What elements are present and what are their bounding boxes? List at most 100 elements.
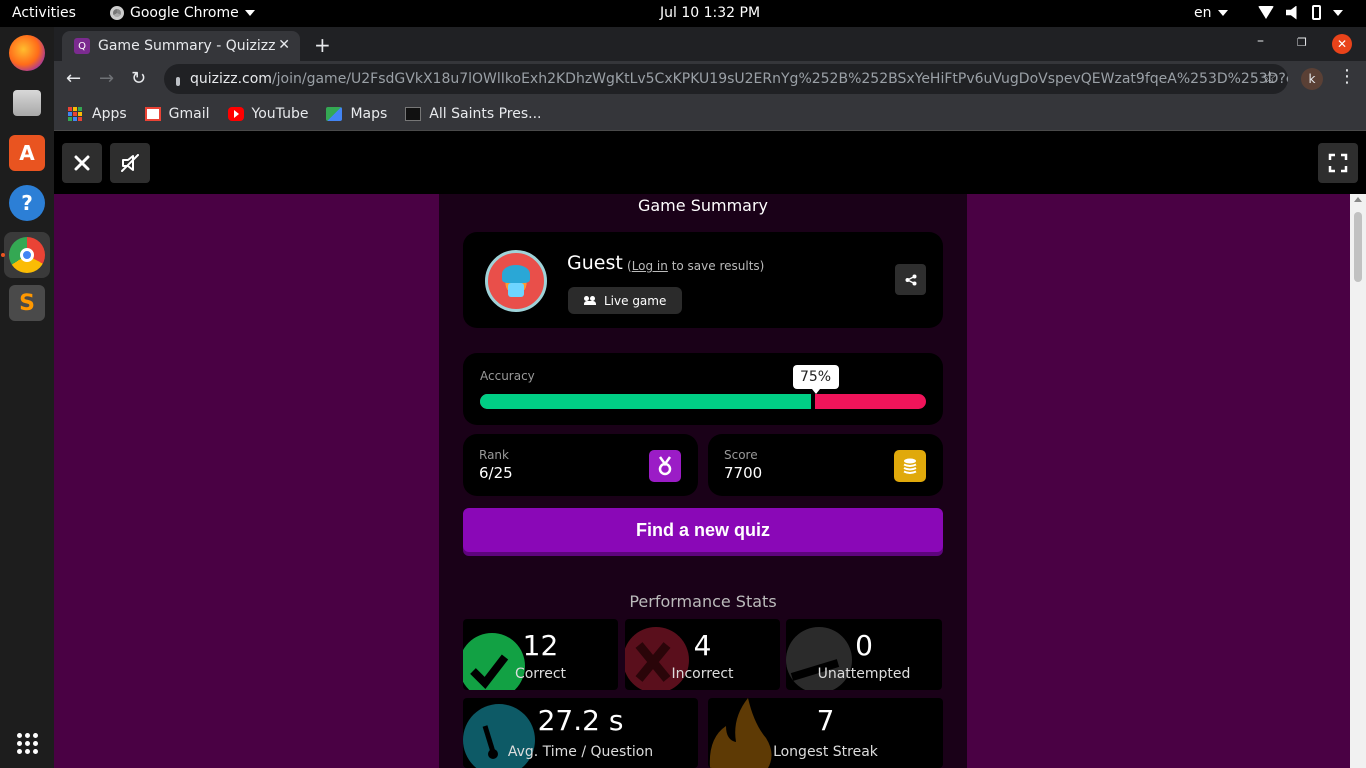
accuracy-bar-fill bbox=[480, 394, 815, 409]
apps-grid-icon bbox=[68, 106, 84, 121]
accuracy-bar bbox=[480, 394, 926, 409]
system-menu[interactable] bbox=[1258, 5, 1343, 20]
language-selector[interactable]: en bbox=[1194, 5, 1228, 21]
new-tab-button[interactable]: + bbox=[314, 33, 331, 57]
page-scrollbar[interactable] bbox=[1350, 194, 1366, 768]
unattempted-stat-card: 0 Unattempted bbox=[786, 619, 942, 690]
chrome-window: Q Game Summary - Quizizz ✕ + – ❐ ✕ ← → ↻… bbox=[54, 27, 1366, 768]
bookmark-label: YouTube bbox=[251, 105, 309, 122]
address-bar[interactable]: quizizz.com /join/game/U2FsdGVkX18u7lOWl… bbox=[164, 64, 1288, 94]
dock: A ? S bbox=[0, 27, 54, 768]
incorrect-stat-card: 4 Incorrect bbox=[625, 619, 780, 690]
help-icon[interactable]: ? bbox=[9, 185, 45, 221]
tab-strip: Q Game Summary - Quizizz ✕ + – ❐ ✕ bbox=[54, 27, 1366, 61]
app-menu[interactable]: Google Chrome bbox=[110, 5, 255, 21]
caret-down-icon bbox=[244, 10, 255, 16]
more-options-icon[interactable]: ⋮ bbox=[1338, 66, 1356, 87]
back-arrow-icon[interactable]: ← bbox=[66, 68, 81, 89]
performance-stats-title: Performance Stats bbox=[629, 592, 777, 611]
bookmark-label: Gmail bbox=[168, 105, 210, 122]
gmail-icon bbox=[144, 106, 161, 121]
score-card: Score 7700 bbox=[708, 434, 943, 496]
bookmark-gmail[interactable]: Gmail bbox=[144, 105, 210, 122]
youtube-icon bbox=[227, 106, 244, 121]
incorrect-label: Incorrect bbox=[671, 666, 734, 682]
all-saints-icon bbox=[405, 106, 422, 121]
sublime-text-icon[interactable]: S bbox=[9, 285, 45, 321]
accuracy-card: Accuracy 75% bbox=[463, 353, 943, 425]
activities-button[interactable]: Activities bbox=[12, 5, 76, 21]
chrome-icon[interactable] bbox=[9, 237, 45, 273]
profile-avatar[interactable]: k bbox=[1301, 68, 1323, 90]
bookmark-label: Apps bbox=[92, 105, 127, 122]
tab-game-summary[interactable]: Q Game Summary - Quizizz ✕ bbox=[62, 31, 300, 61]
mute-icon bbox=[121, 154, 139, 172]
share-button[interactable] bbox=[895, 264, 926, 295]
close-icon[interactable]: ✕ bbox=[278, 37, 290, 53]
correct-stat-card: 12 Correct bbox=[463, 619, 618, 690]
forward-arrow-icon[interactable]: → bbox=[99, 68, 114, 89]
score-label: Score bbox=[724, 448, 758, 462]
scroll-up-icon[interactable] bbox=[1354, 197, 1362, 202]
medal-icon bbox=[649, 450, 681, 482]
login-note: (Log in to save results) bbox=[627, 259, 765, 273]
accuracy-tooltip: 75% bbox=[792, 365, 839, 394]
browser-toolbar: ← → ↻ quizizz.com /join/game/U2FsdGVkX18… bbox=[54, 61, 1366, 97]
page-title: Game Summary bbox=[637, 196, 769, 215]
accuracy-label: Accuracy bbox=[480, 369, 535, 383]
files-icon[interactable] bbox=[9, 85, 45, 121]
rank-label: Rank bbox=[479, 448, 509, 462]
player-card: Guest (Log in to save results) Live game bbox=[463, 232, 943, 328]
firefox-icon[interactable] bbox=[9, 35, 45, 71]
bookmark-maps[interactable]: Maps bbox=[326, 106, 387, 122]
bookmark-label: All Saints Pres... bbox=[429, 105, 542, 122]
rank-value: 6/25 bbox=[479, 464, 513, 482]
quiz-header bbox=[54, 131, 1366, 194]
bookmark-youtube[interactable]: YouTube bbox=[227, 105, 309, 122]
player-name: Guest bbox=[567, 252, 623, 274]
users-icon bbox=[584, 296, 596, 305]
scrollbar-thumb[interactable] bbox=[1354, 212, 1362, 282]
correct-count: 12 bbox=[522, 629, 559, 662]
streak-value: 7 bbox=[816, 704, 835, 737]
correct-label: Correct bbox=[514, 666, 567, 682]
rank-card: Rank 6/25 bbox=[463, 434, 698, 496]
lock-icon bbox=[176, 76, 180, 86]
url-path: /join/game/U2FsdGVkX18u7lOWlIkoExh2KDhzW… bbox=[271, 71, 1288, 87]
clock[interactable]: Jul 10 1:32 PM bbox=[660, 5, 760, 21]
caret-down-icon bbox=[1217, 10, 1228, 16]
bookmark-apps[interactable]: Apps bbox=[68, 106, 127, 122]
incorrect-count: 4 bbox=[693, 629, 712, 662]
maps-icon bbox=[326, 106, 343, 121]
app-menu-label: Google Chrome bbox=[130, 5, 239, 21]
maximize-button[interactable]: ❐ bbox=[1297, 36, 1307, 49]
mute-toggle-button[interactable] bbox=[110, 143, 150, 183]
login-link[interactable]: Log in bbox=[632, 259, 668, 273]
show-apps-icon[interactable] bbox=[9, 725, 45, 761]
language-label: en bbox=[1194, 5, 1212, 21]
bookmark-label: Maps bbox=[350, 105, 388, 122]
page-viewport: Game Summary Guest (Log in to save resul… bbox=[54, 131, 1366, 768]
unattempted-label: Unattempted bbox=[817, 666, 911, 682]
share-icon bbox=[905, 274, 916, 285]
close-game-button[interactable] bbox=[62, 143, 102, 183]
window-close-button[interactable]: ✕ bbox=[1332, 34, 1352, 54]
avg-time-stat-card: 27.2 s Avg. Time / Question bbox=[463, 698, 698, 768]
game-summary-panel: Game Summary Guest (Log in to save resul… bbox=[439, 194, 967, 768]
find-new-quiz-button[interactable]: Find a new quiz bbox=[463, 508, 943, 552]
fullscreen-button[interactable] bbox=[1318, 143, 1358, 183]
quizizz-favicon: Q bbox=[74, 38, 90, 54]
caret-down-icon bbox=[1333, 9, 1343, 16]
chrome-app-icon bbox=[110, 6, 124, 20]
bookmark-all-saints[interactable]: All Saints Pres... bbox=[405, 106, 541, 122]
tab-title: Game Summary - Quizizz bbox=[98, 38, 276, 54]
reload-icon[interactable]: ↻ bbox=[131, 68, 146, 89]
software-center-icon[interactable]: A bbox=[9, 135, 45, 171]
close-icon bbox=[74, 155, 90, 171]
minimize-button[interactable]: – bbox=[1257, 33, 1264, 49]
avg-time-value: 27.2 s bbox=[537, 704, 624, 737]
bookmark-star-icon[interactable]: ☆ bbox=[1262, 68, 1277, 88]
bookmarks-bar: Apps Gmail YouTube Maps All Saints Pres.… bbox=[54, 97, 1366, 131]
fullscreen-icon bbox=[1328, 153, 1348, 173]
unattempted-count: 0 bbox=[855, 629, 873, 662]
